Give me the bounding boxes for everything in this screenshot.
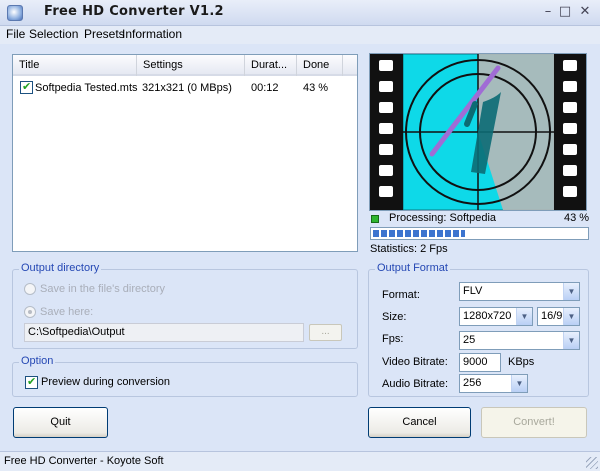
cancel-button[interactable]: Cancel (368, 407, 471, 438)
quit-button[interactable]: Quit (13, 407, 108, 438)
size-value: 1280x720 (463, 310, 512, 322)
fps-value: 25 (463, 334, 476, 346)
convert-button[interactable]: Convert! (481, 407, 587, 438)
menu-information[interactable]: Information (122, 27, 182, 41)
close-button[interactable]: ✕ (577, 4, 593, 20)
film-strip-right (554, 54, 586, 210)
column-done[interactable]: Done (297, 55, 343, 76)
video-preview (369, 53, 587, 211)
row-settings: 321x321 (0 MBps) (142, 82, 232, 94)
browse-button[interactable]: ... (309, 324, 342, 341)
video-bitrate-label: Video Bitrate: (382, 356, 448, 368)
preview-frame (403, 54, 554, 210)
film-strip-left (370, 54, 403, 210)
format-value: FLV (463, 285, 483, 297)
status-bar: Free HD Converter - Koyote Soft (0, 451, 600, 471)
fps-select[interactable]: 25 ▼ (459, 331, 580, 350)
chevron-down-icon[interactable]: ▼ (516, 308, 532, 325)
check-icon: ✔ (27, 375, 37, 388)
app-icon (7, 5, 23, 21)
save-here-label: Save here: (40, 306, 94, 318)
video-bitrate-unit: KBps (508, 356, 535, 368)
check-icon: ✔ (22, 80, 32, 93)
statistics-label: Statistics: 2 Fps (370, 243, 448, 255)
row-title: Softpedia Tested.mts (35, 82, 138, 94)
menu-bar: File Selection Presets Information (0, 26, 600, 44)
output-directory-group: Output directory Save in the file's dire… (12, 262, 358, 349)
processing-percent: 43 % (564, 212, 590, 224)
list-item[interactable]: ✔ Softpedia Tested.mts 321x321 (0 MBps) … (15, 80, 355, 96)
output-format-group: Output Format Format: FLV ▼ Size: 1280x7… (368, 262, 589, 397)
maximize-button[interactable]: □ (557, 4, 573, 20)
file-list-header: Title Settings Durat... Done (13, 55, 357, 76)
countdown-graphic (403, 54, 554, 210)
output-format-legend: Output Format (375, 262, 450, 274)
progress-fill (373, 230, 465, 237)
format-select[interactable]: FLV ▼ (459, 282, 580, 301)
size-select[interactable]: 1280x720 ▼ (459, 307, 533, 326)
row-checkbox[interactable]: ✔ (20, 80, 33, 94)
aspect-select[interactable]: 16/9 ▼ (537, 307, 580, 326)
audio-bitrate-select[interactable]: 256 ▼ (459, 374, 528, 393)
radio-save-here[interactable] (24, 306, 36, 318)
status-bar-text: Free HD Converter - Koyote Soft (4, 455, 164, 467)
option-legend: Option (19, 355, 56, 367)
preview-checkbox[interactable]: ✔ (25, 375, 38, 389)
radio-same-directory[interactable] (24, 283, 36, 295)
output-directory-legend: Output directory (19, 262, 102, 274)
audio-bitrate-value: 256 (463, 377, 482, 389)
title-bar[interactable]: Free HD Converter V1.2 – □ ✕ (0, 0, 600, 26)
chevron-down-icon[interactable]: ▼ (511, 375, 527, 392)
minimize-button[interactable]: – (540, 4, 556, 20)
size-label: Size: (382, 311, 407, 323)
column-duration[interactable]: Durat... (245, 55, 297, 76)
format-label: Format: (382, 289, 420, 301)
processing-status: Processing: Softpedia 43 % (370, 212, 590, 226)
processing-label: Processing: Softpedia (389, 212, 497, 224)
output-path-field[interactable]: C:\Softpedia\Output (24, 323, 304, 342)
menu-presets[interactable]: Presets (84, 27, 125, 41)
audio-bitrate-label: Audio Bitrate: (382, 378, 449, 390)
resize-grip[interactable] (586, 457, 598, 469)
row-duration: 00:12 (251, 82, 279, 94)
preview-checkbox-label: Preview during conversion (41, 376, 171, 388)
chevron-down-icon[interactable]: ▼ (563, 283, 579, 300)
menu-file[interactable]: File (6, 27, 25, 41)
menu-selection[interactable]: Selection (29, 27, 78, 41)
progress-bar (370, 227, 589, 240)
same-directory-label: Save in the file's directory (40, 283, 165, 295)
column-title[interactable]: Title (13, 55, 137, 76)
chevron-down-icon[interactable]: ▼ (563, 308, 579, 325)
chevron-down-icon[interactable]: ▼ (563, 332, 579, 349)
window-title: Free HD Converter V1.2 (44, 4, 224, 19)
aspect-value: 16/9 (541, 310, 563, 322)
column-settings[interactable]: Settings (137, 55, 245, 76)
status-led-icon (371, 215, 379, 223)
video-bitrate-field[interactable]: 9000 (459, 353, 501, 372)
option-group: Option ✔ Preview during conversion (12, 355, 358, 397)
file-list[interactable]: Title Settings Durat... Done ✔ Softpedia… (12, 54, 358, 252)
row-done: 43 % (303, 82, 329, 94)
fps-label: Fps: (382, 333, 404, 345)
